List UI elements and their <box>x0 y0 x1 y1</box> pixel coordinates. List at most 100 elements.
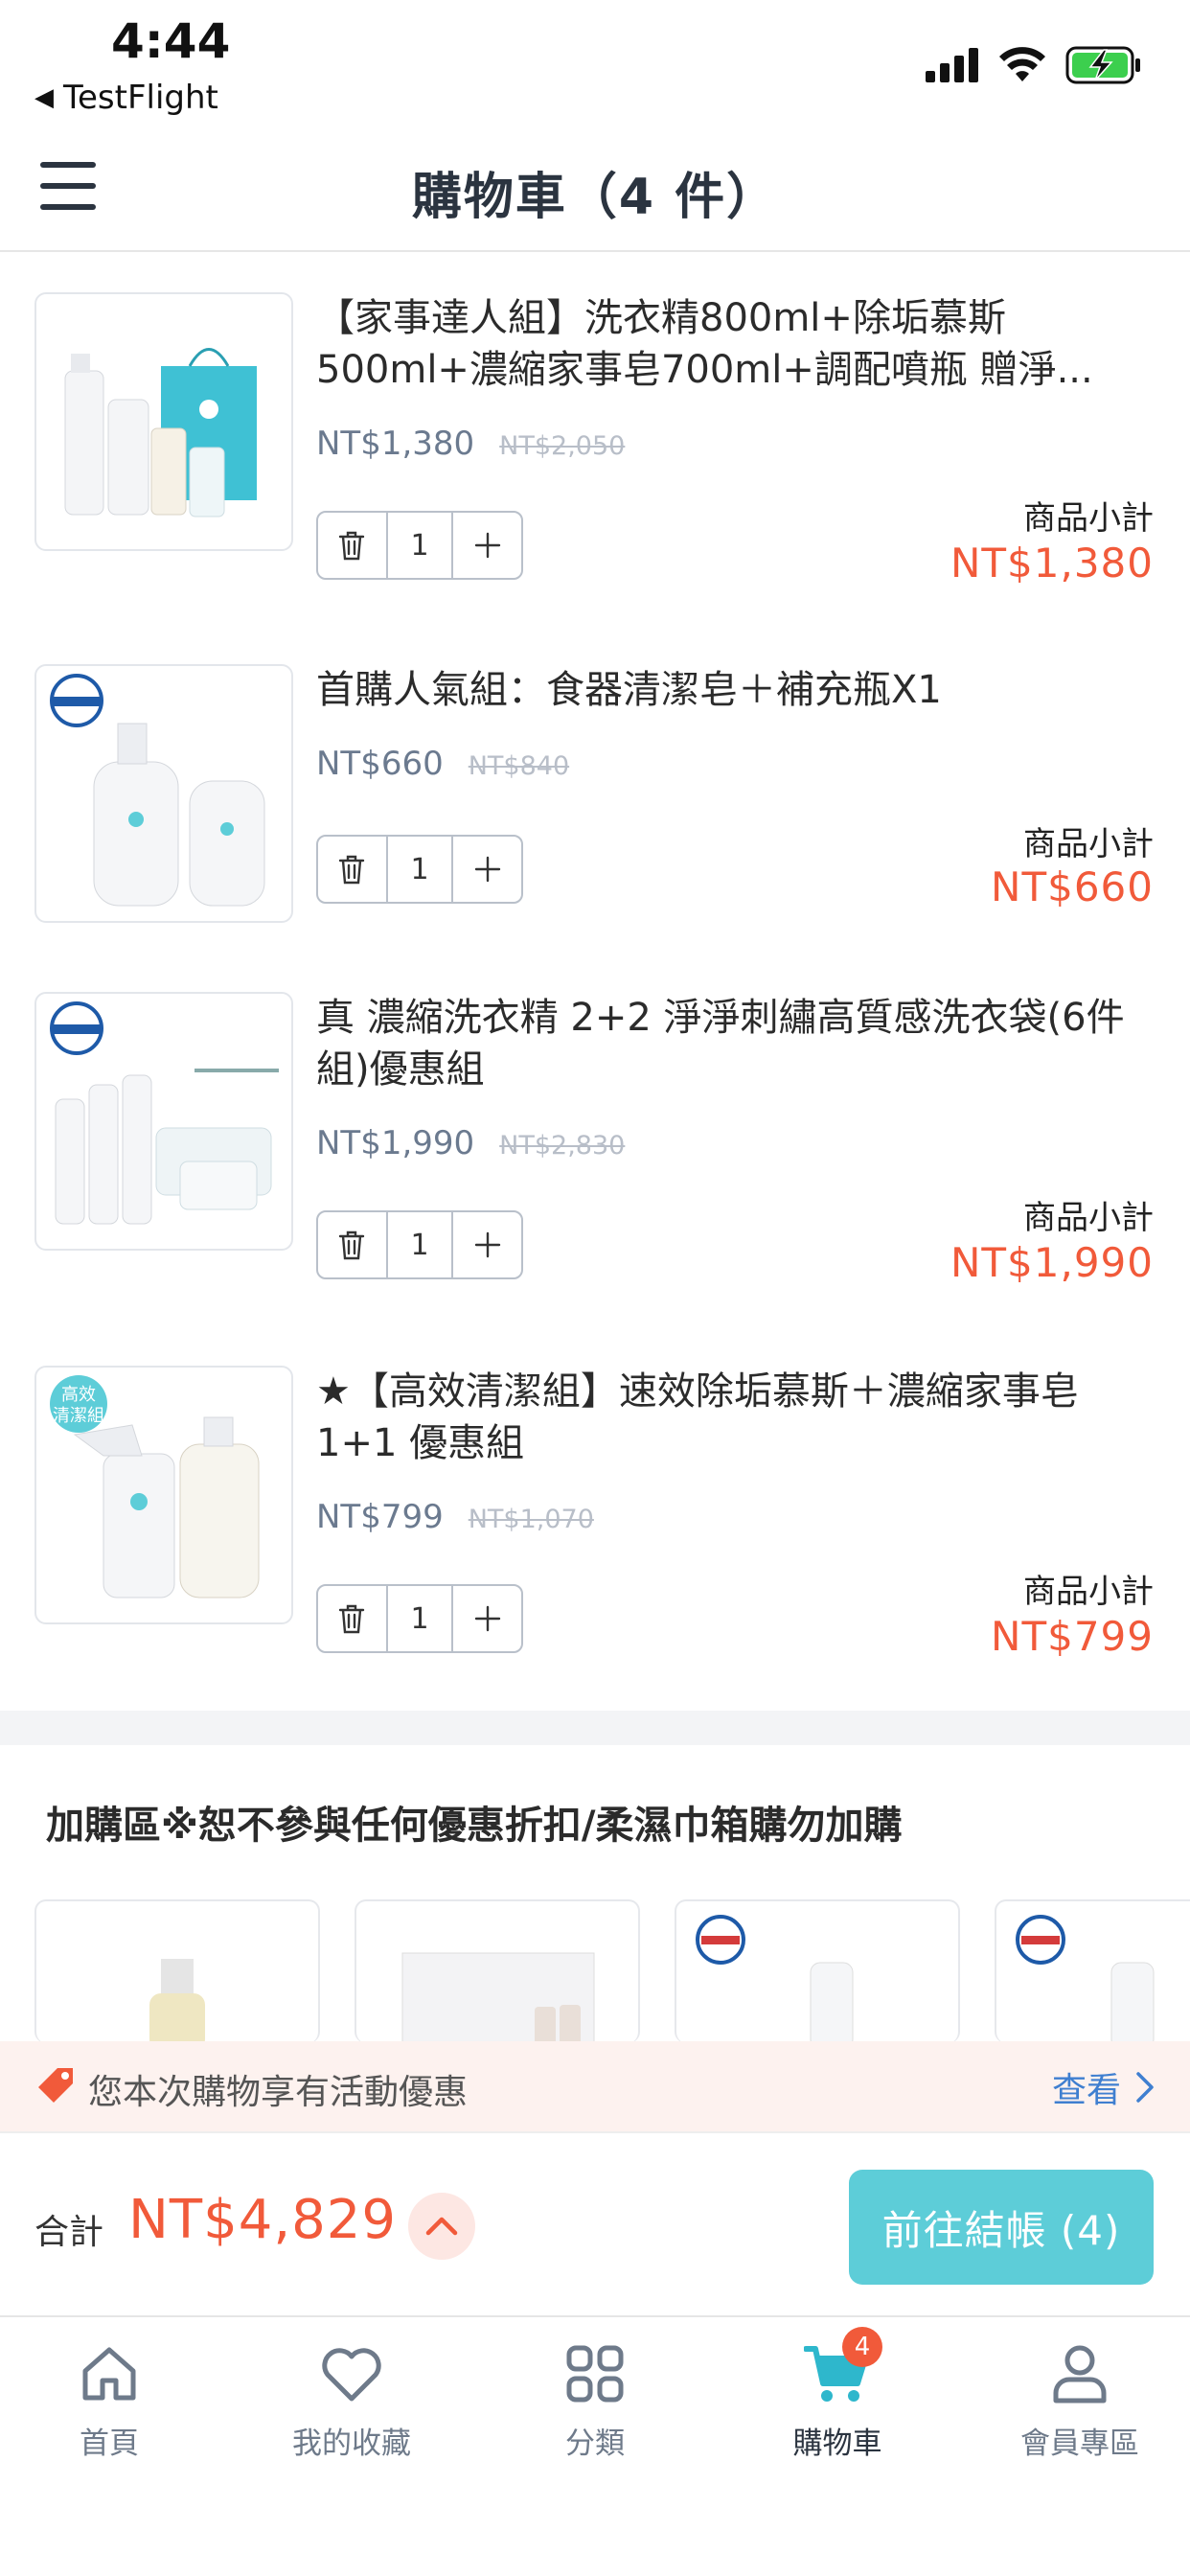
quantity-stepper: 1 <box>316 1584 523 1653</box>
nav-label: 購物車 <box>792 2426 882 2461</box>
thumb-badge-text: 高效 清潔組 <box>53 1385 104 1426</box>
addon-product-image <box>696 1915 854 2043</box>
home-icon <box>76 2340 143 2407</box>
delete-button[interactable] <box>318 1586 386 1651</box>
section-divider <box>0 1711 1190 1745</box>
addon-product-card[interactable] <box>995 1899 1190 2043</box>
item-price: NT$799 <box>316 1498 444 1536</box>
delete-button[interactable] <box>318 513 386 578</box>
item-title[interactable]: 真 濃縮洗衣精 2+2 淨淨刺繡高質感洗衣袋(6件組)優惠組 <box>316 992 1159 1095</box>
increase-button[interactable] <box>453 1212 521 1277</box>
user-icon <box>1046 2340 1113 2407</box>
nav-item-home[interactable]: 首頁 <box>0 2340 228 2462</box>
promotion-bar: 您本次購物享有活動優惠 查看 <box>0 2041 1190 2133</box>
chevron-right-icon <box>1136 2072 1154 2103</box>
total-amount: NT$4,829 <box>128 2189 398 2251</box>
header: 購物車（4 件） <box>0 129 1190 252</box>
battery-charging-icon <box>1065 46 1140 84</box>
cart-count-badge: 4 <box>842 2327 882 2367</box>
chevron-up-icon <box>425 2217 458 2236</box>
trash-icon <box>339 1230 365 1260</box>
tag-icon <box>38 2068 73 2103</box>
item-title[interactable]: ★【高效清潔組】速效除垢慕斯＋濃縮家事皂1+1 優惠組 <box>316 1366 1159 1469</box>
bottom-nav: 首頁 我的收藏 分類 4 購物車 會員專區 <box>0 2319 1190 2576</box>
view-promotion-link[interactable]: 查看 <box>1052 2062 1156 2112</box>
delete-button[interactable] <box>318 1212 386 1277</box>
cart-item: 【家事達人組】洗衣精800ml+除垢慕斯500ml+濃縮家事皂700ml+調配噴… <box>0 292 1190 666</box>
price-row: NT$1,990 NT$2,830 <box>316 1124 625 1162</box>
cart-item: 高效 清潔組 ★【高效清潔組】速效除垢慕斯＋濃縮家事皂1+1 優惠組 NT$799… <box>0 1366 1190 1739</box>
nav-label: 分類 <box>565 2426 625 2461</box>
nav-item-categories[interactable]: 分類 <box>476 2340 714 2462</box>
status-icons <box>926 46 1142 84</box>
price-row: NT$660 NT$840 <box>316 745 569 783</box>
plus-icon <box>474 532 500 559</box>
item-price: NT$1,380 <box>316 425 475 463</box>
subtotal-label: 商品小計 <box>1023 499 1154 538</box>
subtotal-label: 商品小計 <box>1023 1573 1154 1611</box>
nav-item-cart[interactable]: 4 購物車 <box>719 2327 956 2462</box>
plus-icon <box>474 1231 500 1258</box>
increase-button[interactable] <box>453 837 521 902</box>
item-original-price: NT$2,830 <box>499 1131 626 1161</box>
addon-product-card[interactable] <box>355 1899 640 2043</box>
trash-icon <box>339 531 365 561</box>
product-image[interactable] <box>34 992 293 1251</box>
addon-product-card[interactable] <box>34 1899 320 2043</box>
increase-button[interactable] <box>453 1586 521 1651</box>
nav-item-favorites[interactable]: 我的收藏 <box>233 2340 470 2462</box>
back-arrow-icon: ◀ <box>34 83 54 112</box>
item-subtotal: NT$799 <box>991 1613 1154 1660</box>
product-bottles-image <box>64 348 257 518</box>
item-title[interactable]: 【家事達人組】洗衣精800ml+除垢慕斯500ml+濃縮家事皂700ml+調配噴… <box>316 292 1159 396</box>
quantity-value[interactable]: 1 <box>385 837 454 902</box>
nav-item-member[interactable]: 會員專區 <box>961 2340 1190 2462</box>
delete-button[interactable] <box>318 837 386 902</box>
price-row: NT$1,380 NT$2,050 <box>316 425 625 463</box>
product-image[interactable] <box>34 292 293 551</box>
addon-product-image <box>149 1959 205 2043</box>
item-price: NT$1,990 <box>316 1124 475 1162</box>
wifi-icon <box>999 47 1045 81</box>
price-row: NT$799 NT$1,070 <box>316 1498 594 1536</box>
quantity-value[interactable]: 1 <box>385 1212 454 1277</box>
trash-icon <box>339 855 365 885</box>
category-icon <box>561 2340 629 2407</box>
checkout-bar: 合計 NT$4,829 前往結帳 (4) <box>0 2135 1190 2317</box>
total-label: 合計 <box>34 2213 104 2252</box>
status-time: 4:44 <box>111 13 231 69</box>
item-original-price: NT$1,070 <box>468 1505 594 1534</box>
addon-product-card[interactable] <box>675 1899 960 2043</box>
subtotal-label: 商品小計 <box>1023 1199 1154 1237</box>
item-original-price: NT$2,050 <box>499 431 626 461</box>
plus-icon <box>474 1605 500 1632</box>
quantity-value[interactable]: 1 <box>385 1586 454 1651</box>
status-bar: 4:44 ◀ TestFlight <box>0 0 1190 129</box>
quantity-stepper: 1 <box>316 511 523 580</box>
item-title[interactable]: 首購人氣組：食器清潔皂＋補充瓶X1 <box>316 664 1159 716</box>
product-bottles-image <box>50 674 265 907</box>
increase-button[interactable] <box>453 513 521 578</box>
plus-icon <box>474 856 500 883</box>
addon-section-title: 加購區※恕不參與任何優惠折扣/柔濕巾箱購勿加購 <box>46 1804 903 1848</box>
product-bottles-image <box>50 1001 279 1225</box>
nav-label: 首頁 <box>80 2426 139 2461</box>
quantity-value[interactable]: 1 <box>385 513 454 578</box>
subtotal-label: 商品小計 <box>1023 825 1154 863</box>
back-to-app-link[interactable]: ◀ TestFlight <box>34 79 218 117</box>
product-image[interactable]: 高效 清潔組 <box>34 1366 293 1624</box>
trash-icon <box>339 1604 365 1634</box>
cart-item: 真 濃縮洗衣精 2+2 淨淨刺繡高質感洗衣袋(6件組)優惠組 NT$1,990 … <box>0 992 1190 1366</box>
product-image[interactable] <box>34 664 293 923</box>
nav-label: 我的收藏 <box>292 2426 411 2461</box>
cart-item: 首購人氣組：食器清潔皂＋補充瓶X1 NT$660 NT$840 1 商品小計 N… <box>0 664 1190 1038</box>
nav-label: 會員專區 <box>1020 2426 1139 2461</box>
checkout-button[interactable]: 前往結帳 (4) <box>849 2170 1154 2285</box>
view-promotion-label: 查看 <box>1051 2071 1121 2110</box>
item-subtotal: NT$660 <box>991 863 1154 910</box>
heart-icon <box>318 2340 385 2407</box>
promotion-text: 您本次購物享有活動優惠 <box>88 2073 469 2112</box>
item-original-price: NT$840 <box>468 751 570 781</box>
back-app-label: TestFlight <box>63 79 218 117</box>
expand-summary-button[interactable] <box>408 2193 475 2260</box>
